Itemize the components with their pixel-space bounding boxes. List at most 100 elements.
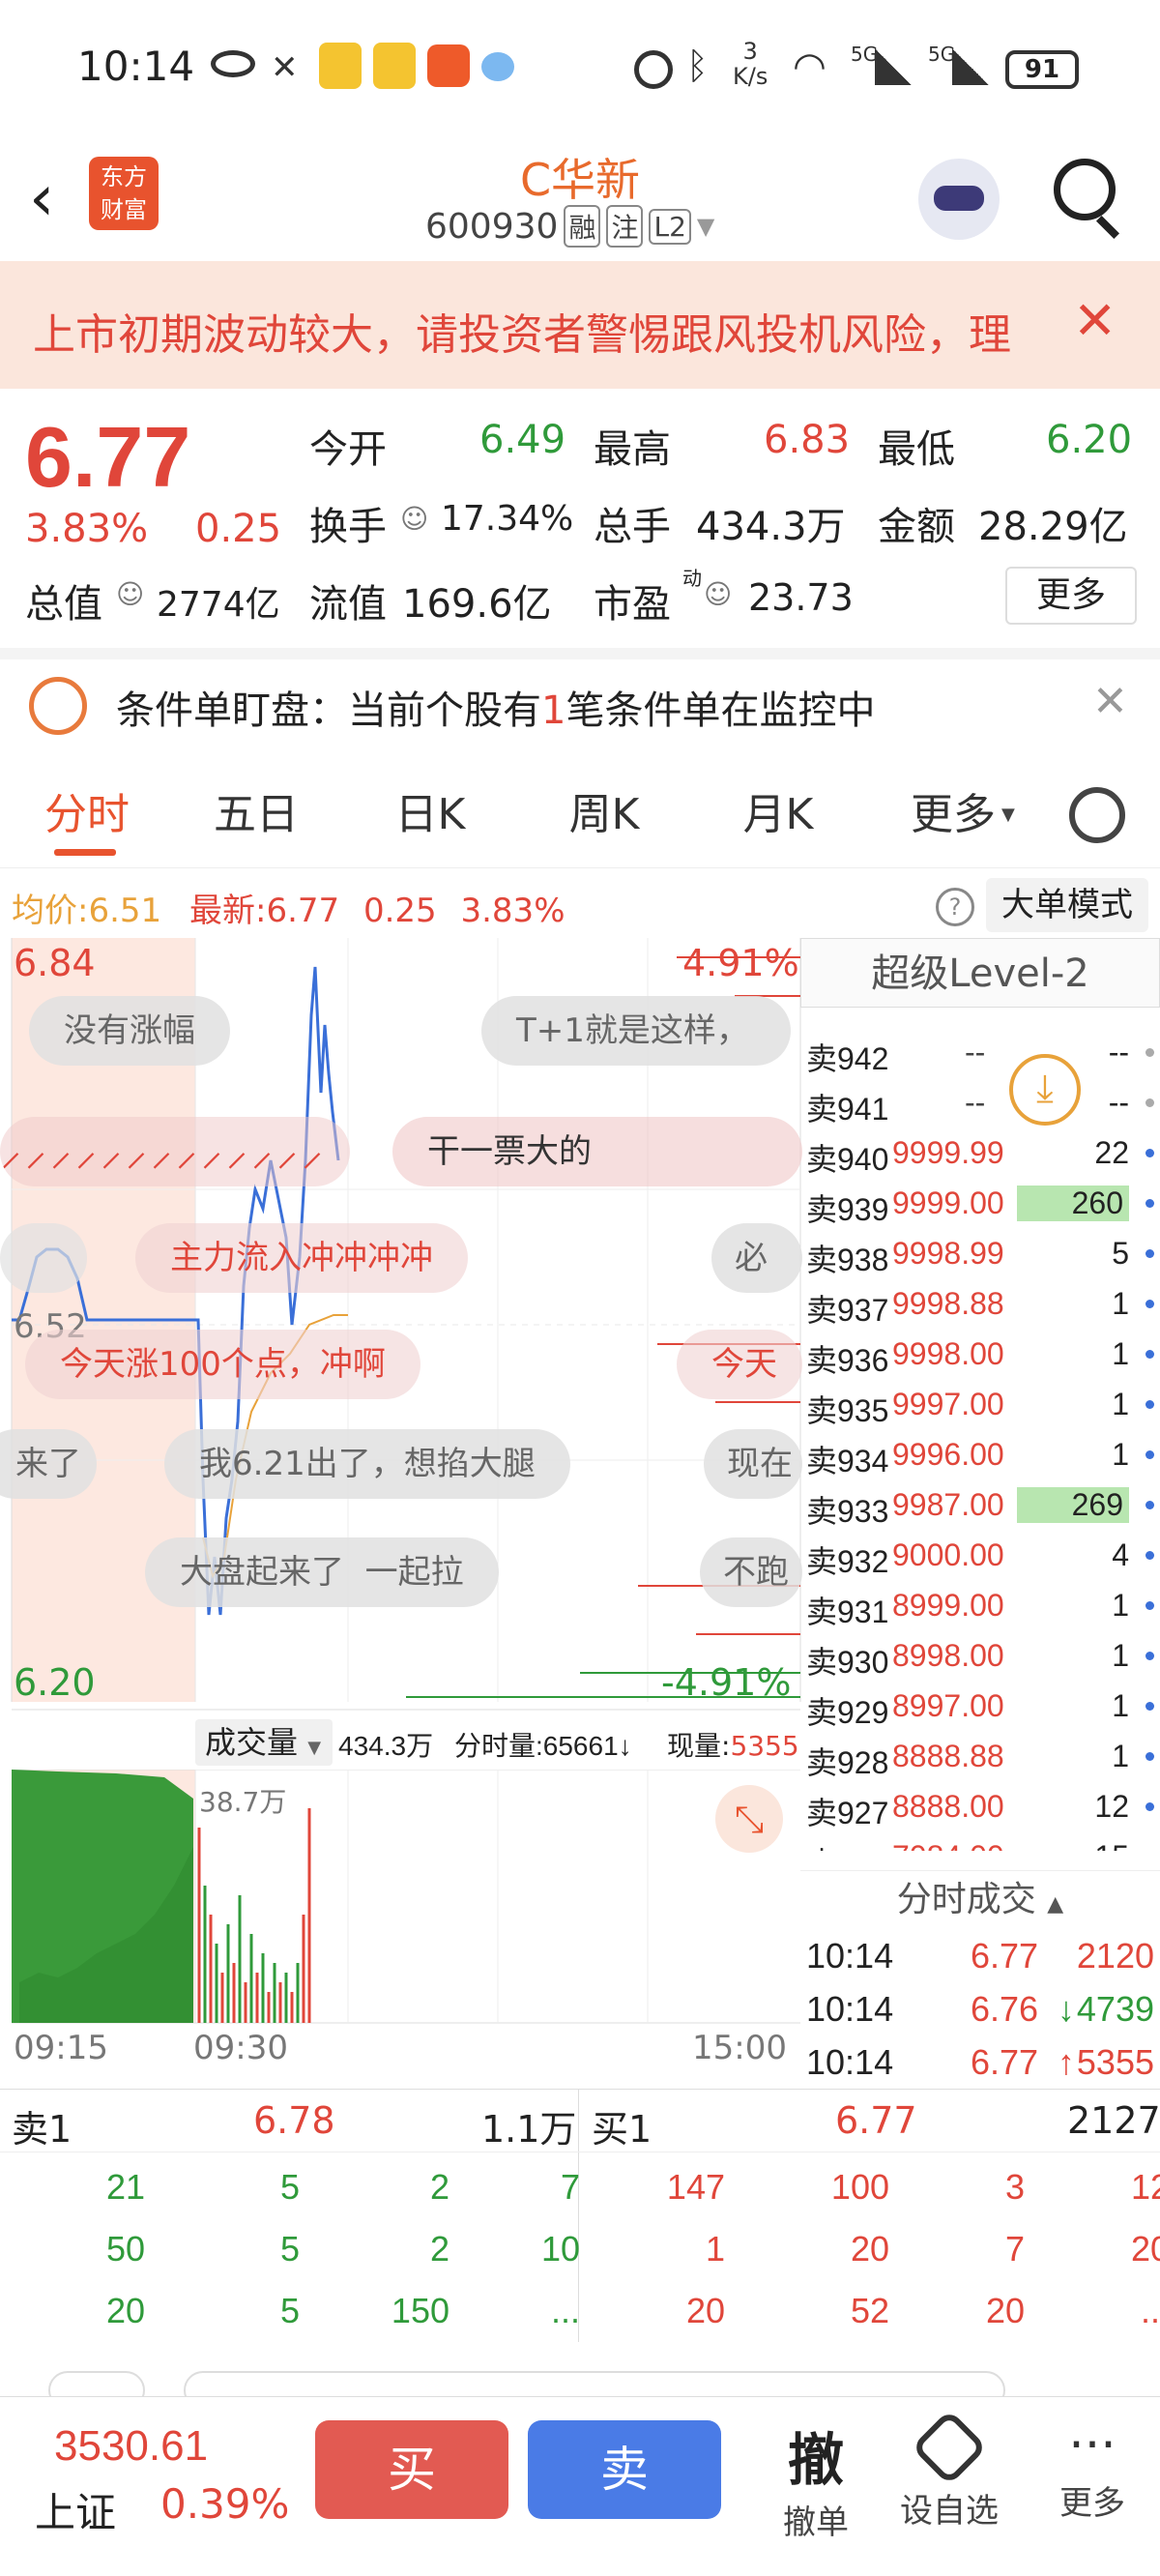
level2-row: 卖930 8998.00 1	[800, 1632, 1160, 1683]
latest-change: 0.25	[362, 892, 437, 930]
condition-count: 1	[541, 688, 566, 733]
level2-row-volume: --	[1108, 1035, 1129, 1069]
level2-row: 卖940 9999.99 22	[800, 1129, 1160, 1180]
help-icon[interactable]: ?	[936, 888, 974, 926]
risk-warning-text: 上市初期波动较大，请投资者警惕跟风投机风险，理	[33, 310, 1011, 360]
index-value[interactable]: 3530.61	[54, 2422, 208, 2471]
trades-list: 10:14 6.77 2120 10:14 6.76 ↓ 4739 10:14 6.77 ↑ 535…	[800, 1928, 1160, 2089]
level2-row-label: 卖941	[806, 1092, 889, 1127]
close-icon[interactable]: ✕	[1073, 290, 1116, 351]
level2-row-label: 卖936	[806, 1343, 889, 1378]
level2-row-volume: 12	[1094, 1789, 1129, 1824]
status-bar: 10:14 ✕ ᛒ 3 K/s ◠ 5G 5G 91	[0, 0, 1160, 145]
buy-queue-cell: ...	[1140, 2291, 1160, 2330]
level2-row-price: 9998.00	[892, 1336, 1004, 1371]
level2-row: 卖938 9998.99 5	[800, 1230, 1160, 1280]
level2-row-label: 卖938	[806, 1243, 889, 1277]
tab-week-k[interactable]: 周K	[536, 762, 672, 868]
low-label: 最低	[878, 427, 955, 472]
index-pct: 0.39%	[160, 2480, 290, 2528]
latest-label: 最新:	[188, 892, 267, 930]
level2-row-dot	[1146, 1400, 1154, 1409]
app-icon	[373, 43, 416, 89]
more-button[interactable]: 更多	[1005, 567, 1137, 625]
buy-button[interactable]: 买	[315, 2420, 508, 2519]
level2-row-price: 9999.00	[892, 1186, 1004, 1220]
trades-title[interactable]: 分时成交 ▲	[800, 1870, 1160, 1928]
battery-icon: 91	[1005, 50, 1079, 89]
level2-row-dot	[1146, 1752, 1154, 1761]
level2-row-volume: 5	[1112, 1236, 1129, 1271]
info-icon[interactable]: ☺	[116, 578, 144, 610]
level2-row-price: 8888.88	[892, 1739, 1004, 1773]
chevron-down-icon: ▼	[696, 213, 715, 240]
level2-row-price: 9999.99	[892, 1135, 1004, 1170]
info-icon[interactable]: ☺	[704, 578, 732, 610]
risk-warning-banner: 上市初期波动较大，请投资者警惕跟风投机风险，理 ✕	[0, 261, 1160, 389]
level2-row-volume: 1	[1112, 1286, 1129, 1321]
settings-gear-icon[interactable]	[1069, 787, 1125, 843]
level2-row-dot	[1146, 1601, 1154, 1610]
close-icon[interactable]: ✕	[1092, 677, 1128, 726]
tab-five-day[interactable]: 五日	[188, 762, 324, 868]
condition-order-bar[interactable]: 条件单盯盘：当前个股有1笔条件单在监控中 ✕	[0, 648, 1160, 762]
cancel-order-button[interactable]: 撤 撤单	[768, 2415, 864, 2543]
low-value: 6.20	[1046, 418, 1133, 462]
tab-day-k[interactable]: 日K	[362, 762, 498, 868]
level2-row-label: 卖929	[806, 1695, 889, 1730]
status-time: 10:14	[77, 43, 195, 90]
level2-row-dot	[1146, 1300, 1154, 1308]
intraday-chart[interactable]: 6.84 4.91% 6.52 6.20 -4.91% 没有涨幅 T+1就是这样…	[0, 938, 802, 1712]
index-name: 上证	[35, 2489, 117, 2536]
comment-bullet: 现在	[704, 1429, 802, 1499]
level2-row-volume: 22	[1094, 1135, 1129, 1170]
add-watchlist-button[interactable]: 设自选	[893, 2409, 1005, 2532]
tab-month-k[interactable]: 月K	[710, 762, 846, 868]
buy-queue-cell: 3	[1004, 2167, 1025, 2207]
buy-queue-cell: 20	[1130, 2229, 1160, 2269]
badge-rong: 融	[564, 205, 601, 248]
level2-panel: 超级Level-2 卖942 -- -- 卖941 -- -- 卖940 9999.99 22 卖…	[800, 938, 1160, 2089]
level2-row: 卖936 9998.00 1	[800, 1331, 1160, 1381]
signal-icon	[952, 48, 989, 85]
level2-row-dot	[1146, 1098, 1154, 1107]
clock-icon	[29, 677, 87, 735]
level2-row-label: 卖931	[806, 1595, 889, 1629]
level2-row-volume: 1	[1112, 1739, 1129, 1773]
download-icon[interactable]: ⤓	[1009, 1054, 1081, 1126]
search-icon-handle	[1095, 215, 1120, 240]
level2-row-volume: 4	[1112, 1537, 1129, 1572]
expand-icon[interactable]: ⤡	[715, 1785, 783, 1853]
search-icon[interactable]	[1054, 159, 1116, 220]
level2-row-label: 卖942	[806, 1041, 889, 1076]
level2-order-list[interactable]: 卖942 -- -- 卖941 -- -- 卖940 9999.99 22 卖939 9999.00…	[800, 1029, 1160, 1851]
volume-indicator-label: 成交量	[205, 1724, 299, 1761]
amount-label: 金额	[878, 505, 955, 549]
level2-row-volume: 1	[1112, 1688, 1129, 1723]
chevron-down-icon: ▼	[1001, 805, 1015, 825]
level2-title[interactable]: 超级Level-2	[800, 938, 1160, 1008]
sell-button[interactable]: 卖	[528, 2420, 721, 2519]
more-menu-button[interactable]: ··· 更多	[1044, 2415, 1141, 2524]
change-amount: 0.25	[195, 507, 282, 551]
bluetooth-icon: ᛒ	[686, 44, 709, 87]
big-order-mode-button[interactable]: 大单模式	[986, 878, 1148, 932]
stock-code-row[interactable]: 600930 融 注 L2 ▼	[425, 205, 714, 248]
volume-indicator-select[interactable]: 成交量 ▼	[195, 1719, 333, 1766]
trade-price: 6.76	[971, 1989, 1039, 2029]
volume-fenshi-value: 分时量:65661	[454, 1731, 619, 1761]
level2-row: 卖929 8997.00 1	[800, 1683, 1160, 1733]
open-label: 今开	[309, 427, 387, 472]
level2-row-dot	[1146, 1249, 1154, 1258]
level2-row-price: 9997.00	[892, 1387, 1004, 1421]
level2-row-label: 卖940	[806, 1142, 889, 1177]
app-icon	[427, 44, 470, 87]
change-pct: 3.83%	[25, 507, 149, 551]
latest-value: 6.77	[266, 892, 340, 930]
badge-l2: L2	[649, 208, 691, 245]
volume-max-label: 38.7万	[199, 1786, 287, 1818]
robot-avatar[interactable]	[918, 159, 1000, 240]
info-icon[interactable]: ☺	[400, 503, 428, 535]
level2-row-label: 卖930	[806, 1645, 889, 1680]
tab-more[interactable]: 更多	[885, 762, 1021, 868]
